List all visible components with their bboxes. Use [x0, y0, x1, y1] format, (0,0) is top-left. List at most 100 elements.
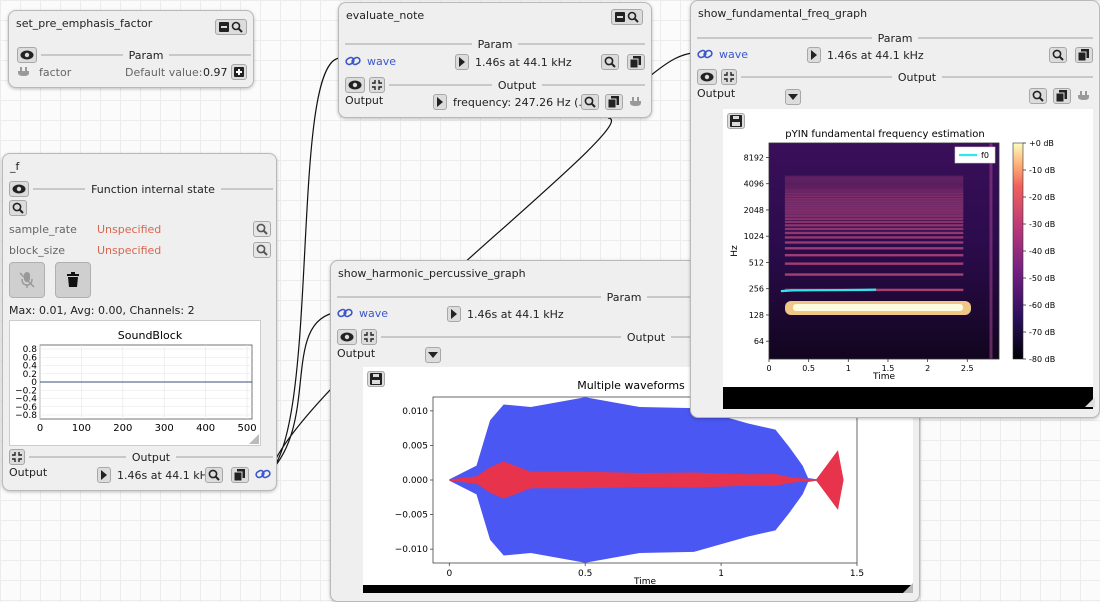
play-icon — [437, 97, 443, 107]
harmonic-band — [784, 205, 964, 208]
plug-icon[interactable] — [1077, 90, 1091, 102]
ytick-label: 512 — [749, 258, 764, 267]
play-icon — [101, 470, 107, 480]
link-icon[interactable] — [697, 48, 713, 60]
soundblock-plot: SoundBlock 0.8 0.6 0.4 0.2 0 −0.2 −0.4 −0.6 −0.8… — [9, 320, 261, 446]
node-show-fundamental-freq-graph[interactable]: show_fundamental_freq_graph Param wave 1… — [690, 0, 1100, 418]
zoom-output-button[interactable] — [205, 467, 223, 483]
zoom-in-icon — [256, 223, 268, 235]
xtick-label: 2.5 — [961, 364, 974, 373]
pyin-chart: pYIN fundamental frequency estimation 81… — [730, 129, 1055, 382]
inspect-block-size-button[interactable] — [253, 242, 271, 258]
pyin-title: pYIN fundamental frequency estimation — [785, 129, 984, 140]
colorbar-tick-label: -70 dB — [1029, 328, 1055, 337]
dropdown-toggle-button[interactable] — [425, 347, 441, 363]
node-title: evaluate_note — [346, 9, 425, 22]
zoom-in-icon — [256, 244, 268, 256]
plot-resize-handle[interactable] — [249, 434, 259, 444]
collapse-toggle-button[interactable] — [611, 9, 643, 25]
compress-icon — [12, 452, 22, 462]
ytick-label: 128 — [749, 311, 764, 320]
zoom-output-button[interactable] — [1029, 88, 1047, 104]
eye-icon — [340, 332, 354, 342]
plug-icon — [18, 67, 29, 76]
zoom-wave-button[interactable] — [1049, 47, 1067, 63]
resize-output-button[interactable] — [721, 69, 737, 85]
zoom-button[interactable] — [9, 200, 27, 216]
output-value: 1.46s at 44.1 kHz — [117, 469, 214, 482]
visibility-toggle-button[interactable] — [697, 69, 717, 85]
collapse-toggle-button[interactable] — [215, 19, 247, 35]
zoom-wave-button[interactable] — [601, 54, 619, 70]
link-icon[interactable] — [345, 55, 361, 67]
wave-value: 1.46s at 44.1 kHz — [475, 56, 572, 69]
zoom-in-icon — [584, 96, 596, 108]
colorbar-ticks: +0 dB -10 dB -20 dB -30 dB -40 dB -50 dB -60 d… — [1023, 139, 1055, 364]
inspect-sample-rate-button[interactable] — [253, 221, 271, 237]
link-icon[interactable] — [337, 307, 353, 319]
visibility-toggle-button[interactable] — [345, 77, 365, 93]
plug-icon[interactable] — [629, 96, 643, 108]
visibility-toggle-button[interactable] — [337, 329, 357, 345]
soundblock-yticks: 0.80.60.40.20−0.2−0.4−0.6−0.8 — [15, 345, 37, 421]
copy-wave-button[interactable] — [1075, 47, 1093, 63]
copy-icon — [630, 56, 641, 68]
harmonic-band — [784, 209, 964, 213]
plot-resize-handle[interactable] — [903, 583, 913, 593]
f0-series-line — [780, 288, 877, 293]
plus-icon — [234, 67, 244, 77]
visibility-toggle-button[interactable] — [9, 181, 29, 197]
node-f[interactable]: _f Function internal state sample_rate U… — [2, 153, 277, 491]
save-plot-button[interactable] — [367, 371, 385, 387]
default-value: 0.97 — [203, 66, 228, 79]
copy-output-button[interactable] — [1053, 88, 1071, 104]
resize-output-button[interactable] — [361, 329, 377, 345]
copy-icon — [1078, 49, 1089, 61]
state-value-sample-rate: Unspecified — [97, 223, 162, 236]
zoom-in-icon — [12, 202, 24, 214]
zoom-in-icon — [1032, 90, 1044, 102]
output-separator: Output — [389, 78, 645, 92]
node-set-pre-emphasis-factor[interactable]: set_pre_emphasis_factor Param factor Def… — [8, 10, 254, 88]
plot-resize-handle[interactable] — [1085, 397, 1095, 407]
copy-output-button[interactable] — [231, 467, 249, 483]
save-plot-button[interactable] — [727, 113, 745, 129]
param-wave-label: wave — [719, 48, 749, 61]
node-title: set_pre_emphasis_factor — [16, 17, 153, 30]
xtick-label: 300 — [155, 423, 174, 434]
play-icon — [459, 57, 465, 67]
zoom-output-button[interactable] — [581, 94, 599, 110]
state-name-block-size: block_size — [9, 244, 66, 257]
play-wave-button[interactable] — [455, 54, 469, 70]
resize-output-button[interactable] — [369, 77, 385, 93]
copy-wave-button[interactable] — [627, 54, 645, 70]
play-wave-button[interactable] — [447, 306, 461, 322]
resize-output-button[interactable] — [9, 449, 25, 465]
output-value: frequency: 247.26 Hz (...) — [453, 96, 594, 109]
mute-button[interactable] — [9, 262, 45, 298]
play-wave-button[interactable] — [807, 47, 821, 63]
node-evaluate-note[interactable]: evaluate_note Param wave 1.46s at 44.1 k… — [338, 2, 652, 118]
xtick-label: 0 — [446, 569, 452, 579]
harmonic-band — [784, 215, 964, 218]
copy-output-button[interactable] — [605, 94, 623, 110]
visibility-toggle-button[interactable] — [17, 47, 37, 63]
delete-button[interactable] — [55, 262, 91, 298]
floppy-disk-icon — [730, 115, 742, 127]
waveforms-title: Multiple waveforms — [577, 379, 685, 392]
play-output-button[interactable] — [433, 94, 447, 110]
ytick-label: 0.005 — [402, 441, 428, 451]
add-param-button[interactable] — [231, 64, 247, 80]
param-label: Param — [128, 48, 164, 62]
xtick-label: 0 — [37, 423, 43, 434]
ytick-label: 0.010 — [402, 407, 428, 417]
xtick-label: 0 — [766, 364, 771, 373]
output-separator: Output — [741, 70, 1093, 84]
harmonic-band — [784, 217, 964, 221]
colorbar-tick-label: -80 dB — [1029, 355, 1055, 364]
wire-f-to-harmonic — [269, 311, 339, 473]
dropdown-toggle-button[interactable] — [785, 89, 801, 105]
play-output-button[interactable] — [97, 467, 111, 483]
xtick-label: 100 — [72, 423, 91, 434]
link-icon[interactable] — [255, 468, 271, 480]
